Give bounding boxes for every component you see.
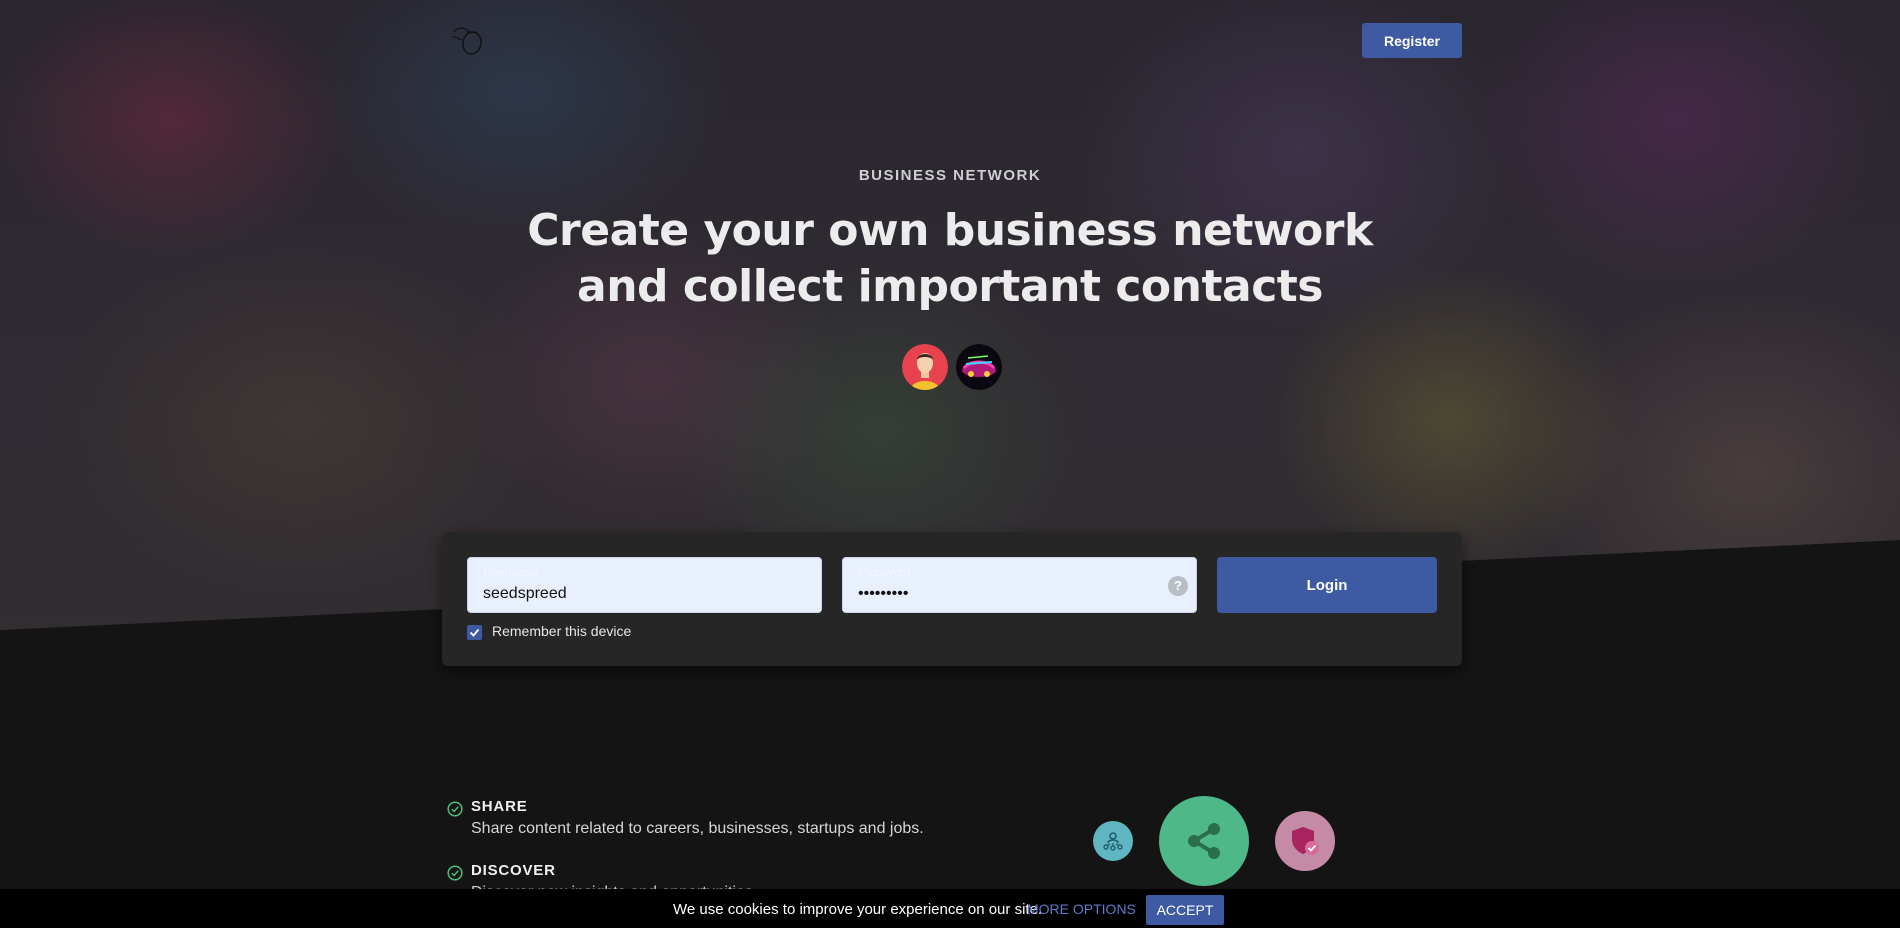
password-field[interactable]: Password ?	[842, 557, 1197, 613]
username-field[interactable]: Username	[467, 557, 822, 613]
more-options-link[interactable]: MORE OPTIONS	[1027, 901, 1136, 917]
shield-check-icon	[1275, 811, 1335, 871]
username-label: Username	[483, 565, 539, 579]
feature-description: Share content related to careers, busine…	[471, 820, 924, 837]
avatar-person-icon[interactable]	[902, 344, 948, 390]
headline-line-1: Create your own business network	[527, 205, 1373, 256]
check-circle-icon	[447, 801, 463, 817]
avatar-neon-car-icon[interactable]	[956, 344, 1002, 390]
feature-title: DISCOVER	[471, 862, 556, 879]
feature-title: SHARE	[471, 798, 528, 815]
share-icon	[1159, 796, 1249, 886]
username-input[interactable]	[483, 582, 783, 606]
network-people-icon	[1093, 821, 1133, 861]
cookie-message: We use cookies to improve your experienc…	[673, 901, 1043, 918]
accept-cookies-button[interactable]: ACCEPT	[1146, 895, 1224, 925]
hero-eyebrow: BUSINESS NETWORK	[858, 167, 1042, 184]
remember-checkbox[interactable]	[467, 625, 482, 640]
remember-label: Remember this device	[492, 623, 632, 639]
cookie-bar: We use cookies to improve your experienc…	[0, 889, 1900, 928]
logo-icon[interactable]	[448, 22, 490, 58]
checkmark-icon	[469, 628, 480, 637]
login-card: Username Password ? Login Remember this …	[442, 532, 1462, 666]
password-input[interactable]	[858, 582, 1158, 606]
check-circle-icon	[447, 865, 463, 881]
register-button[interactable]: Register	[1362, 23, 1462, 58]
question-icon[interactable]: ?	[1168, 576, 1188, 596]
password-label: Password	[858, 565, 911, 579]
headline-line-2: and collect important contacts	[577, 261, 1324, 312]
login-button[interactable]: Login	[1217, 557, 1437, 613]
hero-headline: Create your own business network and col…	[450, 203, 1450, 315]
